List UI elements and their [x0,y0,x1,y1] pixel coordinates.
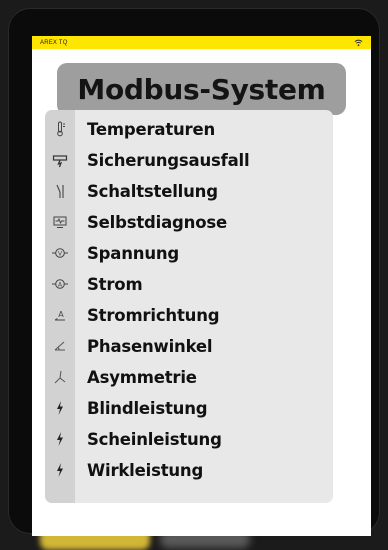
ammeter-icon: A [45,276,75,292]
menu-item-spannung[interactable]: V Spannung [45,238,333,268]
menu-item-label: Wirkleistung [87,460,204,480]
menu-item-asymmetrie[interactable]: Asymmetrie [45,362,333,392]
menu-item-sicherungsausfall[interactable]: Sicherungsausfall [45,145,333,175]
menu-item-label: Stromrichtung [87,305,220,325]
menu-item-phasenwinkel[interactable]: Phasenwinkel [45,331,333,361]
menu-item-label: Blindleistung [87,398,208,418]
menu-item-blindleistung[interactable]: Blindleistung [45,393,333,423]
fuse-icon [45,152,75,168]
menu-item-schaltstellung[interactable]: Schaltstellung [45,176,333,206]
switch-icon [45,183,75,199]
svg-text:A: A [58,310,64,319]
asymmetry-icon [45,369,75,385]
menu-item-label: Asymmetrie [87,367,197,387]
menu-item-label: Phasenwinkel [87,336,213,356]
monitor-icon [45,214,75,230]
menu-item-label: Sicherungsausfall [87,150,250,170]
lightning-icon [45,431,75,447]
lightning-icon [45,462,75,478]
status-bar: AREX TQ [32,36,371,49]
menu-item-label: Temperaturen [87,119,216,139]
wifi-icon [354,39,363,47]
page-title-box: Modbus-System [57,63,346,115]
current-direction-icon: A [45,307,75,323]
menu-item-label: Scheinleistung [87,429,222,449]
menu-item-label: Selbstdiagnose [87,212,227,232]
menu-item-strom[interactable]: A Strom [45,269,333,299]
phase-angle-icon [45,338,75,354]
menu-item-label: Strom [87,274,143,294]
menu-item-scheinleistung[interactable]: Scheinleistung [45,424,333,454]
status-bar-title: AREX TQ [40,39,68,46]
thermometer-icon [45,121,75,137]
menu-item-label: Spannung [87,243,180,263]
menu-list: Temperaturen Sicherungsausfall Schaltste… [45,110,333,503]
voltmeter-icon: V [45,245,75,261]
page-title: Modbus-System [77,72,326,106]
menu-item-temperaturen[interactable]: Temperaturen [45,114,333,144]
lightning-icon [45,400,75,416]
menu-item-stromrichtung[interactable]: A Stromrichtung [45,300,333,330]
tablet-frame: AREX TQ Modbus-System Temperaturen Siche… [8,8,380,536]
menu-item-wirkleistung[interactable]: Wirkleistung [45,455,333,485]
menu-item-selbstdiagnose[interactable]: Selbstdiagnose [45,207,333,237]
menu-item-label: Schaltstellung [87,181,218,201]
